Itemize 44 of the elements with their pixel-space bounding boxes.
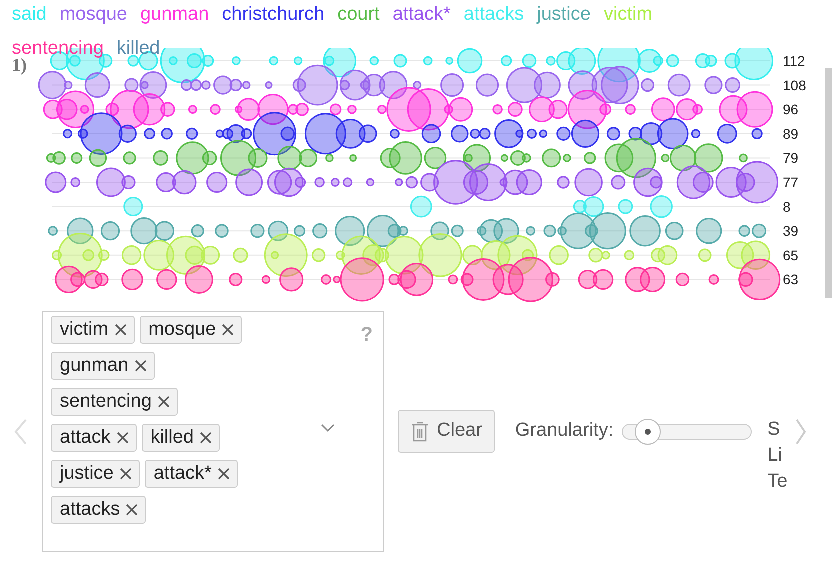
remove-icon[interactable] xyxy=(218,468,230,480)
remove-icon[interactable] xyxy=(222,324,234,336)
tag[interactable]: mosque xyxy=(140,316,242,344)
row-count: 108 xyxy=(783,77,806,94)
tag[interactable]: attacks xyxy=(51,496,146,524)
row-count: 96 xyxy=(783,102,799,118)
remove-icon[interactable] xyxy=(114,324,127,336)
remove-icon[interactable] xyxy=(158,396,170,408)
row-count: 112 xyxy=(783,53,806,69)
remove-icon[interactable] xyxy=(126,504,138,516)
row-count: 65 xyxy=(783,247,799,264)
remove-icon[interactable] xyxy=(120,468,132,480)
chart-index-label: 1) xyxy=(12,55,27,77)
caret-icon[interactable] xyxy=(321,424,335,433)
trash-icon xyxy=(411,420,429,442)
side-text: S xyxy=(768,418,782,442)
granularity-label: Granularity: xyxy=(515,419,614,444)
row-count: 89 xyxy=(783,126,799,142)
tag-input-field[interactable]: ? victim mosque gunman sentencing attack killed justice attack* attacks xyxy=(42,311,384,552)
row-count: 8 xyxy=(783,198,791,215)
tag[interactable]: justice xyxy=(51,460,140,488)
tag[interactable]: victim xyxy=(51,316,135,344)
row-count: 77 xyxy=(783,174,799,190)
tag[interactable]: killed xyxy=(142,424,220,452)
legend-term[interactable]: killed xyxy=(116,36,160,62)
granularity-slider[interactable] xyxy=(622,418,752,446)
side-text: Te xyxy=(768,470,789,494)
scrollbar[interactable] xyxy=(825,68,832,298)
tag[interactable]: gunman xyxy=(51,352,155,380)
row-count: 79 xyxy=(783,150,799,166)
slider-thumb[interactable] xyxy=(634,418,661,444)
remove-icon[interactable] xyxy=(134,360,147,372)
remove-icon[interactable] xyxy=(116,432,129,444)
clear-button[interactable]: Clear xyxy=(398,410,496,453)
legend-term[interactable]: christchurch xyxy=(222,2,325,28)
side-text: Li xyxy=(768,444,784,468)
row-count: 39 xyxy=(783,223,799,240)
legend-term[interactable]: attack* xyxy=(392,2,451,28)
tag[interactable]: attack* xyxy=(144,460,238,488)
legend-term[interactable]: mosque xyxy=(60,2,128,28)
remove-icon[interactable] xyxy=(200,432,212,444)
tag[interactable]: sentencing xyxy=(51,388,178,416)
tag[interactable]: attack xyxy=(51,424,137,452)
row-count: 63 xyxy=(783,272,799,288)
